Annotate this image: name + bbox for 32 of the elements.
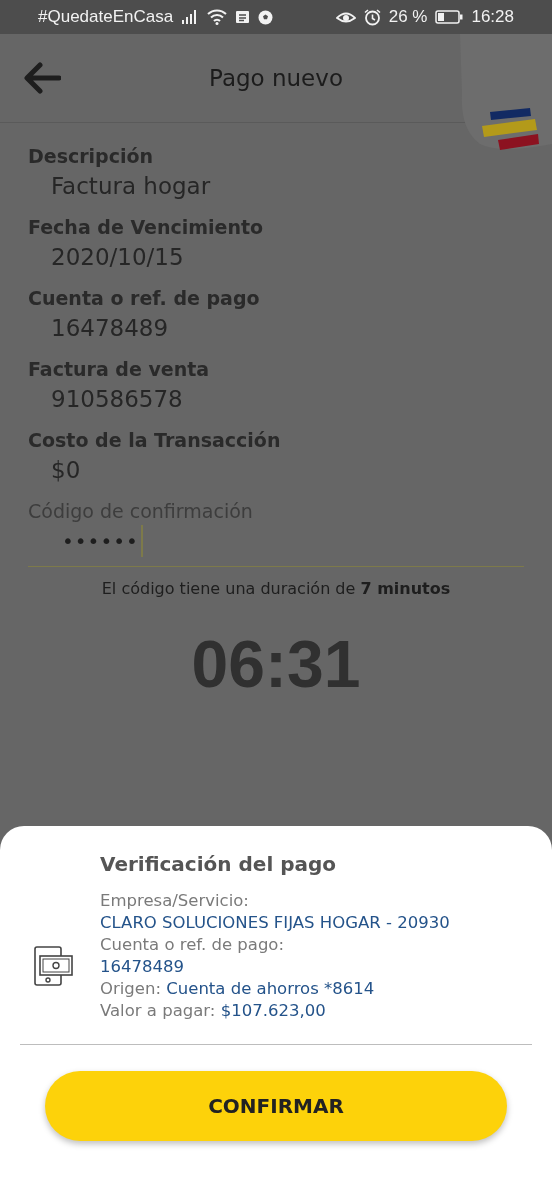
detail-value: 16478489 xyxy=(100,957,184,976)
news-icon xyxy=(235,10,251,24)
sheet-title: Verificación del pago xyxy=(100,852,338,876)
battery-icon xyxy=(435,10,464,24)
confirm-button[interactable]: CONFIRMAR xyxy=(45,1071,507,1141)
field-value: 2020/10/15 xyxy=(51,244,185,270)
eye-icon xyxy=(335,10,356,24)
ball-icon xyxy=(258,9,274,25)
phone-money-icon xyxy=(34,946,74,986)
detail-value: CLARO SOLUCIONES FIJAS HOGAR - 20930 xyxy=(100,913,450,932)
field-label: Costo de la Transacción xyxy=(28,429,282,451)
field-value: $0 xyxy=(51,457,82,483)
wifi-icon xyxy=(207,9,228,25)
status-text: #QuedateEnCasa xyxy=(38,7,174,27)
detail-value: Cuenta de ahorros *8614 xyxy=(166,979,375,998)
detail-value: $107.623,00 xyxy=(220,1001,326,1020)
screen-title: Pago nuevo xyxy=(209,65,343,91)
detail-label: Empresa/Servicio: xyxy=(100,891,249,910)
field-label: Cuenta o ref. de pago xyxy=(28,287,261,309)
field-label: Fecha de Vencimiento xyxy=(28,216,265,238)
field-value: 910586578 xyxy=(51,386,184,412)
detail-label: Valor a pagar: xyxy=(100,1001,216,1020)
field-label: Factura de venta xyxy=(28,358,211,380)
field-label: Descripción xyxy=(28,145,155,167)
detail-label: Cuenta o ref. de pago: xyxy=(100,935,284,954)
hint-text: El código tiene una duración de 7 minutos xyxy=(100,579,452,598)
field-value: Factura hogar xyxy=(51,173,212,199)
clock: 16:28 xyxy=(471,7,514,27)
field-value: 16478489 xyxy=(51,315,170,341)
detail-label: Origen: xyxy=(100,979,161,998)
battery-percent: 26 % xyxy=(388,7,428,27)
alarm-icon xyxy=(363,8,381,26)
